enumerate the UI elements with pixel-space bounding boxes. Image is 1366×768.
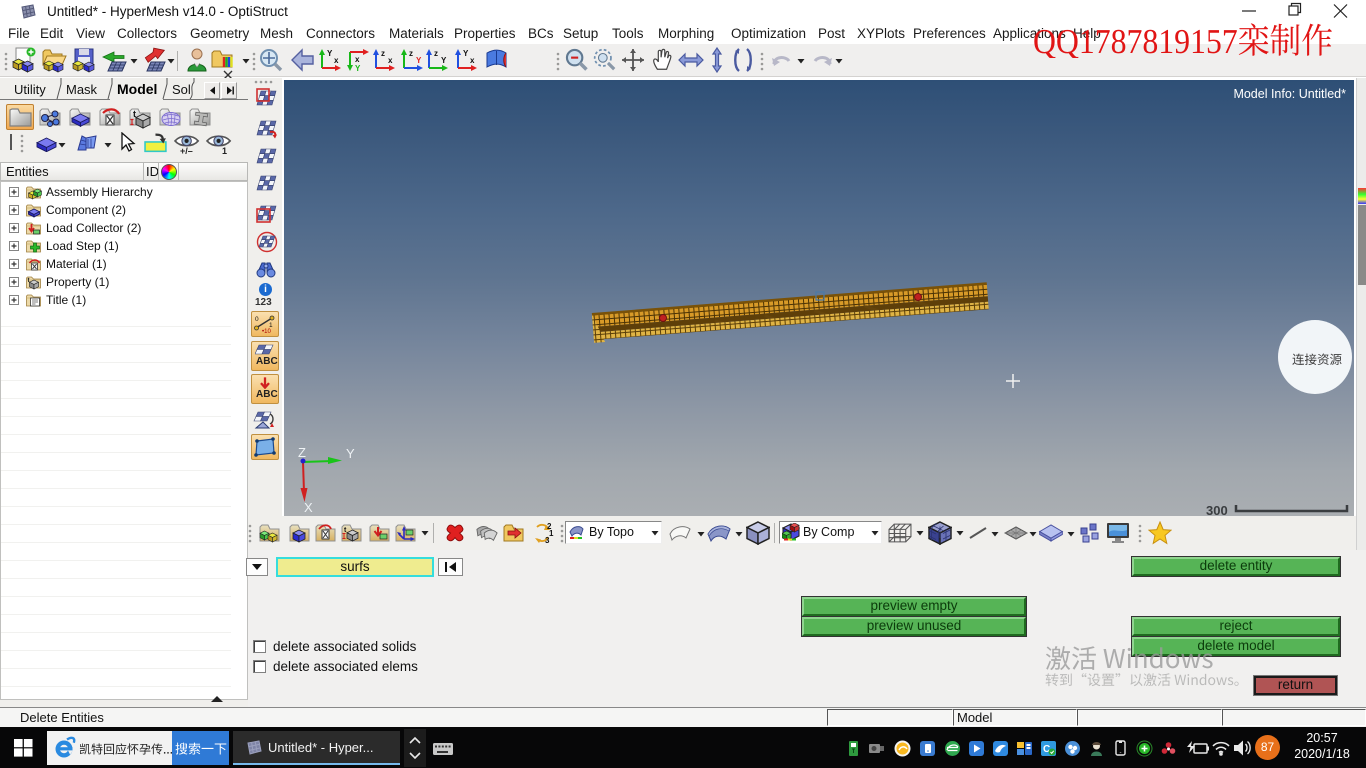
- svg-text:z: z: [381, 49, 385, 58]
- svg-text:X: X: [304, 500, 313, 515]
- svg-text:300: 300: [1206, 503, 1228, 516]
- svg-text:z: z: [409, 49, 413, 58]
- svg-text:x: x: [334, 56, 339, 65]
- svg-text:Y: Y: [463, 49, 469, 58]
- svg-text:Z: Z: [298, 445, 306, 460]
- svg-text:1: 1: [549, 529, 554, 538]
- svg-text:Y: Y: [327, 49, 333, 58]
- svg-text:1: 1: [269, 322, 273, 329]
- svg-text:x: x: [470, 56, 475, 65]
- svg-text:Y: Y: [355, 64, 361, 72]
- svg-text:3: 3: [545, 536, 550, 545]
- svg-text:Y: Y: [346, 446, 355, 461]
- svg-text:Y: Y: [441, 56, 447, 65]
- svg-text:Y: Y: [416, 56, 422, 65]
- svg-text:x: x: [355, 55, 360, 64]
- svg-text:•10: •10: [262, 329, 271, 334]
- svg-text:0: 0: [255, 316, 259, 323]
- svg-text:z: z: [434, 49, 438, 58]
- svg-text:x: x: [388, 56, 393, 65]
